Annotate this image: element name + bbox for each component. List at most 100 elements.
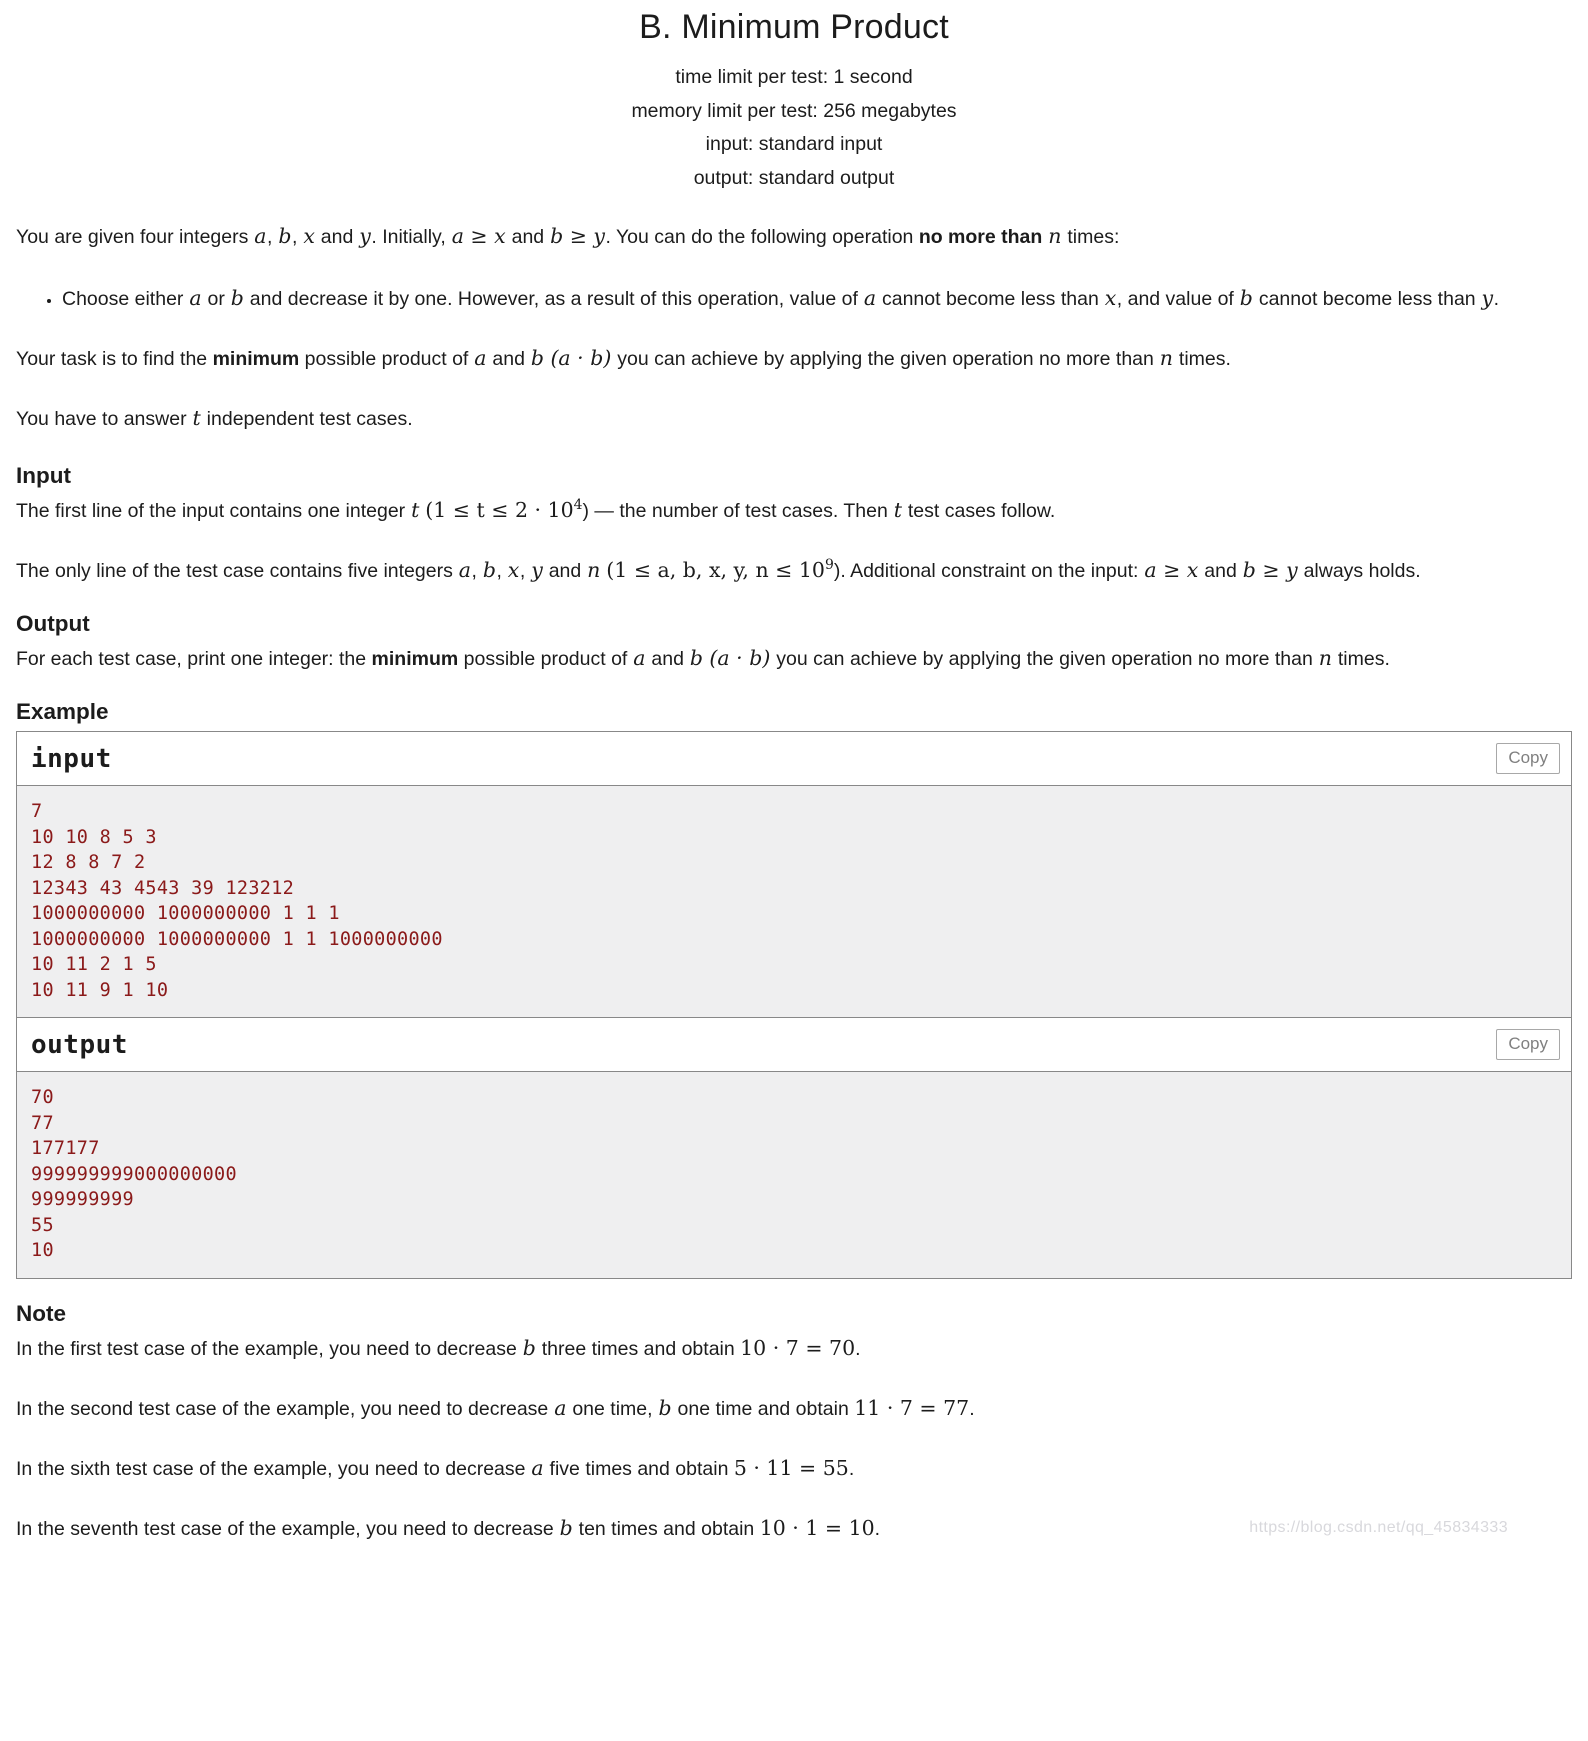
text-run: and decrease it by one. However, as a re… xyxy=(244,288,864,310)
input-section: Input The first line of the input contai… xyxy=(16,463,1572,587)
math-var-b: b xyxy=(1239,286,1253,310)
math-product-ab: (a · b) xyxy=(709,646,771,670)
math-var-a: a xyxy=(458,558,471,582)
output-spec: output: standard output xyxy=(693,166,895,189)
problem-header: B. Minimum Product time limit per test: … xyxy=(0,8,1588,195)
text-run: . Initially, xyxy=(371,226,452,248)
math-var-b: b xyxy=(559,1515,573,1540)
math-inequality-ax: a ≥ x xyxy=(451,224,506,248)
text-run: five times and obtain xyxy=(544,1457,734,1480)
sample-input-block: input Copy 7 10 10 8 5 3 12 8 8 7 2 1234… xyxy=(16,731,1572,1017)
input-heading: Input xyxy=(16,463,71,488)
sample-tests: input Copy 7 10 10 8 5 3 12 8 8 7 2 1234… xyxy=(16,731,1572,1279)
text-run: and xyxy=(506,226,550,248)
memory-limit: memory limit per test: 256 megabytes xyxy=(631,99,957,122)
text-run: test cases follow. xyxy=(902,500,1056,522)
math-note-3: 5 · 11 = 55 xyxy=(733,1455,849,1480)
copy-input-button[interactable]: Copy xyxy=(1496,743,1560,774)
math-inequality-by: b ≥ y xyxy=(550,224,605,248)
problem-limits: time limit per test: 1 second memory lim… xyxy=(0,61,1588,195)
math-var-a: a xyxy=(474,346,487,370)
output-heading: Output xyxy=(16,611,90,636)
sample-input-header: input Copy xyxy=(17,732,1571,786)
operation-list: Choose either a or b and decrease it by … xyxy=(16,281,1572,317)
math-var-a: a xyxy=(863,286,877,310)
math-var-y: y xyxy=(531,558,543,582)
problem-statement-page: B. Minimum Product time limit per test: … xyxy=(0,8,1588,1545)
page-title: B. Minimum Product xyxy=(639,8,949,46)
math-constraint-vars: (1 ≤ a, b, x, y, n ≤ 109 xyxy=(606,558,834,582)
sample-input-data: 7 10 10 8 5 3 12 8 8 7 2 12343 43 4543 3… xyxy=(17,786,1571,1017)
text-run: independent test cases. xyxy=(201,408,413,430)
math-var-t: t xyxy=(192,406,201,430)
math-var-a: a xyxy=(554,1395,567,1420)
text-run: you can achieve by applying the given op… xyxy=(611,348,1160,370)
sample-output-label: output xyxy=(31,1030,128,1060)
math-var-y: y xyxy=(1481,286,1494,310)
text-run: In the first test case of the example, y… xyxy=(16,1337,523,1360)
input-paragraph-2: The only line of the test case contains … xyxy=(16,555,1572,587)
note-heading: Note xyxy=(16,1300,66,1326)
sample-input-label: input xyxy=(31,744,112,774)
text-run: cannot become less than xyxy=(876,288,1105,310)
text-run: . xyxy=(874,1517,881,1540)
text-run: and xyxy=(543,560,587,582)
math-var-x: x xyxy=(507,558,520,582)
text-run: always holds. xyxy=(1298,560,1421,582)
input-spec: input: standard input xyxy=(705,133,883,155)
text-run: For each test case, print one integer: t… xyxy=(16,648,372,670)
math-var-b: b xyxy=(530,346,545,370)
text-run: The first line of the input contains one… xyxy=(16,500,411,522)
text-run: times: xyxy=(1061,226,1120,248)
text-run: you can achieve by applying the given op… xyxy=(770,648,1319,670)
text-run: You are given four integers xyxy=(16,226,254,248)
text-run: and xyxy=(315,226,359,248)
sample-output-data: 70 77 177177 999999999000000000 99999999… xyxy=(17,1072,1571,1278)
statement-paragraph-1: You are given four integers a, b, x and … xyxy=(16,221,1572,253)
text-run: possible product of xyxy=(299,348,474,370)
text-run: or xyxy=(202,288,231,310)
text-run: You have to answer xyxy=(16,408,192,430)
text-run: , xyxy=(291,226,303,248)
text-run: In the sixth test case of the example, y… xyxy=(16,1457,531,1480)
text-run: ten times and obtain xyxy=(573,1517,760,1540)
emphasis-minimum: minimum xyxy=(212,348,300,370)
statement-paragraph-3: You have to answer t independent test ca… xyxy=(16,403,1572,435)
math-var-n: n xyxy=(1318,646,1332,670)
math-var-n: n xyxy=(1048,224,1062,248)
example-section: Example input Copy 7 10 10 8 5 3 12 8 8 … xyxy=(16,699,1572,1279)
emphasis-minimum: minimum xyxy=(371,648,459,670)
text-run: possible product of xyxy=(458,648,633,670)
math-var-b: b xyxy=(522,1335,536,1360)
copy-output-button[interactable]: Copy xyxy=(1496,1029,1560,1060)
constraint-exponent: 9 xyxy=(824,557,834,574)
output-section: Output For each test case, print one int… xyxy=(16,611,1572,675)
input-paragraph-1: The first line of the input contains one… xyxy=(16,495,1572,527)
text-run: , xyxy=(496,560,508,582)
text-run: . xyxy=(969,1397,975,1420)
text-run: ). Additional constraint on the input: xyxy=(833,560,1144,582)
text-run: times. xyxy=(1332,648,1390,670)
time-limit: time limit per test: 1 second xyxy=(675,66,913,88)
text-run: one time, xyxy=(566,1397,658,1420)
math-var-b: b xyxy=(230,286,244,310)
text-run: and xyxy=(1198,560,1243,582)
text-run: , and value of xyxy=(1116,288,1240,310)
note-paragraph-2: In the second test case of the example, … xyxy=(16,1393,1572,1425)
text-run: The only line of the test case contains … xyxy=(16,560,459,582)
text-run: In the second test case of the example, … xyxy=(16,1397,554,1420)
text-run: times. xyxy=(1173,348,1231,370)
note-section: Note In the first test case of the examp… xyxy=(16,1301,1572,1545)
text-run: . xyxy=(855,1337,861,1360)
math-var-n: n xyxy=(1159,346,1173,370)
text-space xyxy=(1042,226,1047,248)
math-var-x: x xyxy=(303,224,315,248)
math-var-a: a xyxy=(633,646,646,670)
sample-output-block: output Copy 70 77 177177 999999999000000… xyxy=(16,1017,1572,1279)
list-item: Choose either a or b and decrease it by … xyxy=(62,281,1572,317)
constraint-exponent: 4 xyxy=(573,497,583,514)
math-inequality-ax: a ≥ x xyxy=(1144,558,1199,582)
math-var-a: a xyxy=(531,1455,544,1480)
text-run: and xyxy=(646,648,690,670)
constraint-text: (1 ≤ t ≤ 2 · 10 xyxy=(425,498,574,522)
